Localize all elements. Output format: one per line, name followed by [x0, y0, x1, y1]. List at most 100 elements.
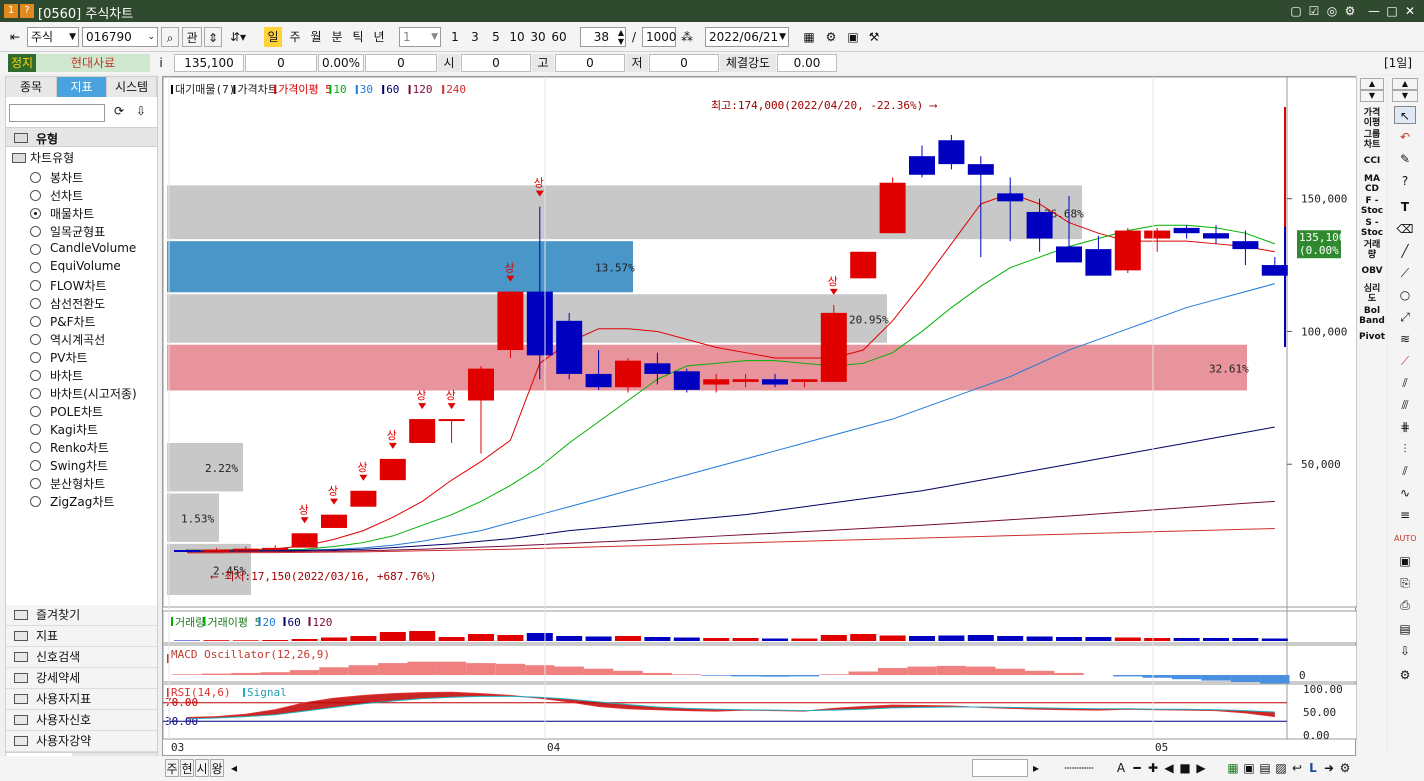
- channel-icon[interactable]: ⫻: [1394, 396, 1416, 414]
- chart-type-item[interactable]: 역시계곡선: [50, 331, 105, 348]
- config-icon[interactable]: ⚙: [1338, 759, 1352, 777]
- radio-12[interactable]: [30, 388, 41, 399]
- print-icon[interactable]: ⎙: [1394, 596, 1416, 614]
- chart-type-item[interactable]: P&F차트: [50, 313, 96, 330]
- chart-type-item[interactable]: 삼선전환도: [50, 295, 105, 312]
- shortcut-price-ma[interactable]: 가격 이평: [1358, 108, 1386, 128]
- radio-8[interactable]: [30, 316, 41, 327]
- shortcut-s-stoc[interactable]: S - Stoc: [1358, 218, 1386, 238]
- copy-icon[interactable]: ⎘: [1394, 574, 1416, 592]
- interval-60[interactable]: 60: [549, 27, 569, 47]
- period-minute[interactable]: 분: [328, 27, 346, 47]
- zoom-slider[interactable]: ┄┄┄┄: [1048, 759, 1110, 777]
- sort-icon[interactable]: ⇕: [204, 27, 222, 47]
- shortcut-cci[interactable]: CCI: [1358, 156, 1386, 166]
- info-button[interactable]: i: [154, 54, 168, 72]
- window-icon-3[interactable]: ◎: [1324, 3, 1340, 19]
- radio-14[interactable]: [30, 424, 41, 435]
- regression-icon[interactable]: ⫽: [1394, 462, 1416, 480]
- wave-icon[interactable]: ∿: [1394, 484, 1416, 502]
- period-month[interactable]: 월: [307, 27, 325, 47]
- arrow-right-icon[interactable]: ➜: [1322, 759, 1336, 777]
- window-icon[interactable]: ▣: [1394, 552, 1416, 570]
- chart-type-item[interactable]: CandleVolume: [50, 241, 136, 255]
- group-label[interactable]: 차트유형: [30, 149, 74, 166]
- shortcut-macd[interactable]: MA CD: [1358, 174, 1386, 194]
- watch-button[interactable]: 관: [182, 27, 202, 47]
- scroll-left-icon[interactable]: ◂: [228, 759, 240, 777]
- excel-icon[interactable]: ▦: [1226, 759, 1240, 777]
- prev-icon[interactable]: ◀: [1162, 759, 1176, 777]
- chart-type-item[interactable]: 일목균형표: [50, 223, 105, 240]
- interval-10[interactable]: 10: [507, 27, 527, 47]
- folder-1[interactable]: 지표: [6, 626, 157, 647]
- image-icon[interactable]: ▨: [1274, 759, 1288, 777]
- shortcut-psych[interactable]: 심리 도: [1358, 284, 1386, 304]
- tab-stocks[interactable]: 종목: [6, 77, 57, 97]
- market-select[interactable]: 주식 ▼: [27, 27, 79, 47]
- refresh-icon[interactable]: ⟳: [110, 104, 128, 122]
- radio-4[interactable]: [30, 244, 41, 255]
- shortcut-f-stoc[interactable]: F - Stoc: [1358, 196, 1386, 216]
- radio-5[interactable]: [30, 262, 41, 273]
- tab-indicators[interactable]: 지표: [57, 77, 107, 97]
- radio-2[interactable]: [30, 208, 41, 219]
- scroll-down-icon[interactable]: ▼: [1392, 90, 1418, 102]
- auto-icon[interactable]: AUTO: [1394, 530, 1417, 548]
- window-layout-icon[interactable]: ▦: [800, 27, 818, 47]
- close-icon[interactable]: ✕: [1402, 3, 1418, 19]
- eraser-icon[interactable]: ⌫: [1394, 220, 1416, 238]
- period-tick[interactable]: 틱: [349, 27, 367, 47]
- bottom-btn-4[interactable]: 왕: [210, 759, 224, 777]
- radio-10[interactable]: [30, 352, 41, 363]
- stop-icon[interactable]: ■: [1178, 759, 1192, 777]
- text-icon[interactable]: T: [1394, 198, 1416, 216]
- fibonacci-icon[interactable]: ⤢: [1394, 308, 1416, 326]
- chart-type-item[interactable]: FLOW차트: [50, 277, 107, 294]
- radio-13[interactable]: [30, 406, 41, 417]
- shortcut-bol-band[interactable]: Bol Band: [1358, 306, 1386, 326]
- chart-type-item[interactable]: 바차트(시고저종): [50, 385, 137, 402]
- chart-area[interactable]: 32.61% 26.68% 20.95% 13.57% 2.22% 1.53% 2.45% 상…: [162, 76, 1357, 757]
- minimize-icon[interactable]: —: [1366, 3, 1382, 19]
- chart-type-item[interactable]: 바차트: [50, 367, 83, 384]
- tools-icon[interactable]: ⚒: [865, 27, 883, 47]
- chart-type-item[interactable]: 선차트: [50, 187, 83, 204]
- radio-11[interactable]: [30, 370, 41, 381]
- folder-2[interactable]: 신호검색: [6, 647, 157, 668]
- undo-icon[interactable]: ↶: [1394, 128, 1416, 146]
- chart-svg[interactable]: 32.61%26.68%20.95%13.57%2.22%1.53%2.45%상…: [163, 77, 1357, 757]
- bottom-btn-3[interactable]: 시: [195, 759, 209, 777]
- indicator-search-input[interactable]: [9, 104, 105, 122]
- settings-tool-icon[interactable]: ⚙: [1394, 666, 1416, 684]
- folder-6[interactable]: 사용자강약: [6, 731, 157, 752]
- line-icon[interactable]: ╱: [1394, 242, 1416, 260]
- cycle-icon[interactable]: ⋕: [1394, 418, 1416, 436]
- bottom-btn-2[interactable]: 현: [180, 759, 194, 777]
- shortcut-group-chart[interactable]: 그룹 차트: [1358, 130, 1386, 150]
- download-icon[interactable]: ⇩: [132, 104, 150, 122]
- gann-icon[interactable]: ⟋: [1394, 352, 1416, 370]
- save-icon[interactable]: ▣: [844, 27, 862, 47]
- list-icon[interactable]: ≡: [1394, 506, 1416, 524]
- ruler-icon[interactable]: ⟋: [1394, 264, 1416, 282]
- interval-3[interactable]: 3: [466, 27, 484, 47]
- interval-1[interactable]: 1: [446, 27, 464, 47]
- radio-9[interactable]: [30, 334, 41, 345]
- help-icon[interactable]: ?: [1394, 172, 1416, 190]
- circle-icon[interactable]: ○: [1394, 286, 1416, 304]
- settings-icon[interactable]: ⚙: [1342, 3, 1358, 19]
- section-header[interactable]: 유형: [6, 127, 157, 147]
- chart-type-item[interactable]: PV차트: [50, 349, 88, 366]
- folder-0[interactable]: 즐겨찾기: [6, 605, 157, 626]
- maximize-icon[interactable]: □: [1384, 3, 1400, 19]
- tick-select[interactable]: 1 ▼: [399, 27, 441, 47]
- shortcut-obv[interactable]: OBV: [1358, 266, 1386, 276]
- apply-icon[interactable]: ⁂: [678, 27, 696, 47]
- radio-15[interactable]: [30, 442, 41, 453]
- radio-18[interactable]: [30, 496, 41, 507]
- radio-6[interactable]: [30, 280, 41, 291]
- folder-5[interactable]: 사용자신호: [6, 710, 157, 731]
- count-input[interactable]: 38 ▲ ▼: [580, 27, 626, 47]
- zoom-out-icon[interactable]: ━: [1130, 759, 1144, 777]
